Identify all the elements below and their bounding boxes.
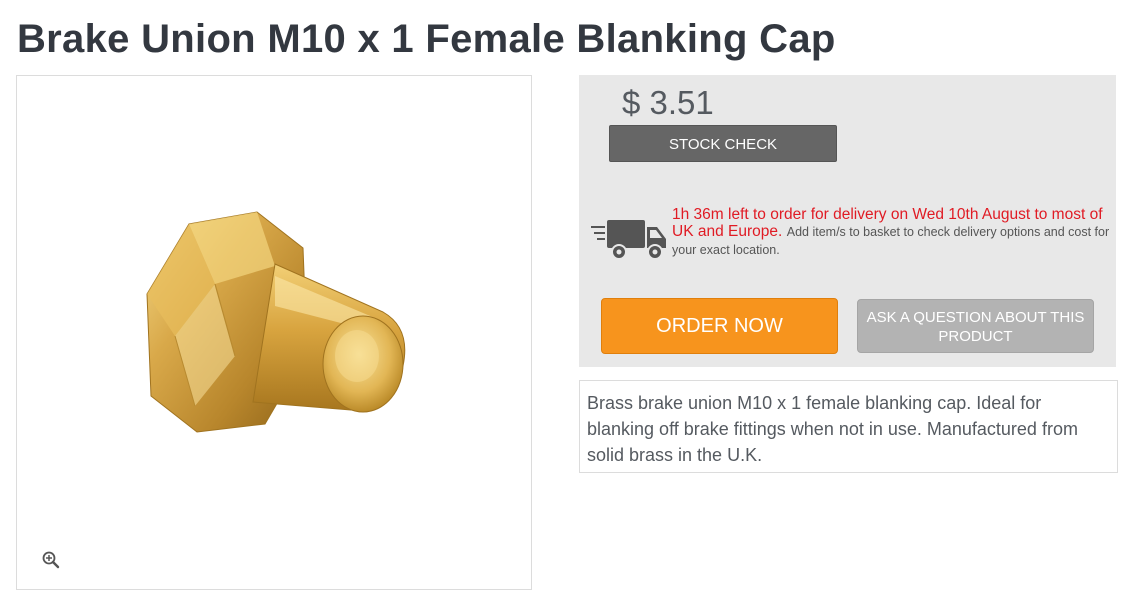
page-title: Brake Union M10 x 1 Female Blanking Cap (17, 17, 836, 61)
product-image[interactable] (125, 206, 415, 436)
order-now-button[interactable]: ORDER NOW (601, 298, 838, 354)
product-image-panel (16, 75, 532, 590)
delivery-truck-icon (591, 220, 666, 260)
buy-panel: $ 3.51 STOCK CHECK 1h 36m left to order … (579, 75, 1116, 367)
product-description: Brass brake union M10 x 1 female blankin… (579, 380, 1118, 473)
delivery-info: 1h 36m left to order for delivery on Wed… (672, 206, 1112, 259)
product-price: $ 3.51 (622, 84, 714, 121)
stock-check-button[interactable]: STOCK CHECK (609, 125, 837, 162)
ask-question-button[interactable]: ASK A QUESTION ABOUT THIS PRODUCT (857, 299, 1094, 353)
zoom-in-icon[interactable] (41, 550, 61, 570)
